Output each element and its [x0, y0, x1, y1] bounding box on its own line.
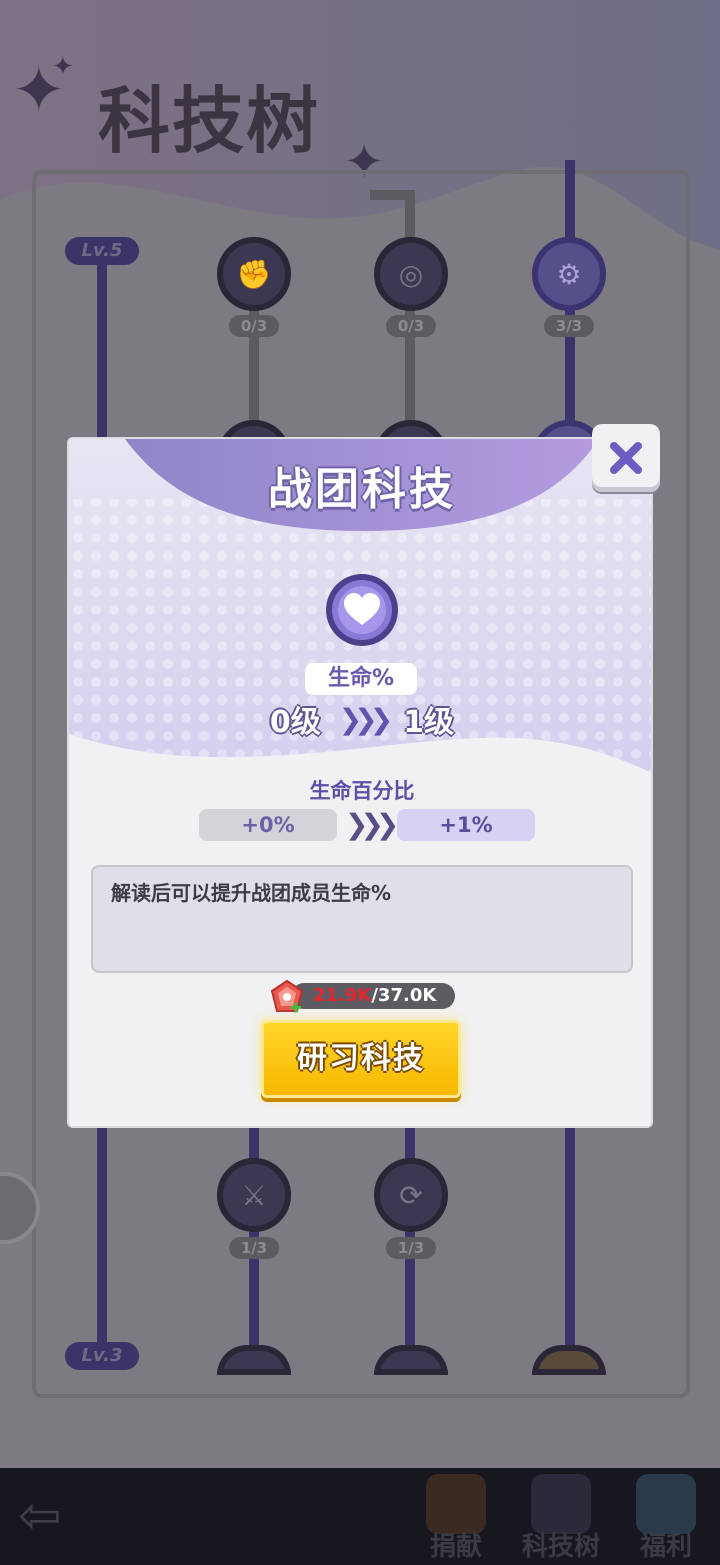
tech-node[interactable]: ⚔ — [217, 1158, 291, 1232]
tree-line — [370, 190, 415, 200]
gem-plus-icon — [270, 979, 304, 1013]
description-box: 解读后可以提升战团成员生命% — [91, 865, 633, 973]
level-from: 0级 — [269, 705, 321, 740]
tab-label: 福利 — [639, 1532, 692, 1562]
sparkle-icon: ✦ — [52, 52, 74, 82]
gift-icon — [636, 1474, 696, 1534]
cost-need: /37.0K — [371, 985, 437, 1006]
stat-progress: +0% ❯❯❯ +1% — [199, 808, 535, 841]
tab-donate[interactable]: 捐献 — [420, 1468, 492, 1565]
tab-welfare[interactable]: 福利 — [630, 1468, 702, 1565]
dialog-title: 战团科技 — [268, 464, 456, 515]
tab-label: 科技树 — [521, 1532, 600, 1562]
level-badge: Lv.3 — [65, 1342, 139, 1370]
cost-text: 21.9K/37.0K — [313, 985, 436, 1007]
back-arrow-icon[interactable]: ⇦ — [18, 1488, 82, 1544]
skill-name: 生命% — [305, 663, 417, 695]
tech-node[interactable]: ✊ — [217, 237, 291, 311]
tech-tree-icon — [531, 1474, 591, 1534]
level-to: 1级 — [403, 705, 455, 740]
bottom-nav: ⇦ 捐献 科技树 福利 — [0, 1468, 720, 1565]
tree-line — [97, 250, 107, 440]
stat-next: +1% — [397, 809, 535, 841]
chevron-right-icon: ❯❯❯ — [345, 808, 399, 841]
refresh-icon: ⟳ — [399, 1178, 423, 1212]
cost-have: 21.9K — [313, 985, 372, 1006]
node-count: 3/3 — [544, 315, 594, 337]
gear-swap-icon: ⚙ — [556, 257, 582, 291]
node-count: 0/3 — [229, 315, 279, 337]
level-badge: Lv.5 — [65, 237, 139, 265]
tech-node[interactable]: ⚙ — [532, 237, 606, 311]
tech-node[interactable]: ◎ — [374, 237, 448, 311]
tab-label: 捐献 — [429, 1532, 482, 1562]
page-title: 科技树 — [98, 79, 321, 163]
tab-tech-tree[interactable]: 科技树 — [506, 1468, 616, 1565]
tech-node[interactable]: ⟳ — [374, 1158, 448, 1232]
swirl-icon: ◎ — [398, 257, 424, 291]
tech-dialog: 战团科技 生命% 0级 ❯❯❯ 1级 生命百分比 +0% ❯❯❯ +1% 解读后… — [67, 437, 653, 1128]
node-count: 1/3 — [229, 1237, 279, 1259]
level-progress: 0级 ❯❯❯ 1级 — [69, 697, 651, 741]
fist-up-icon: ✊ — [236, 257, 272, 291]
research-button[interactable]: 研习科技 — [261, 1020, 461, 1098]
node-count: 1/3 — [386, 1237, 436, 1259]
donate-icon — [426, 1474, 486, 1534]
stat-name: 生命百分比 — [309, 779, 415, 803]
heart-icon — [326, 574, 398, 646]
close-icon — [610, 442, 642, 474]
chevron-right-icon: ❯❯❯ — [338, 702, 393, 736]
node-count: 0/3 — [386, 315, 436, 337]
cost-row: 21.9K/37.0K — [269, 979, 455, 1013]
tree-line — [97, 1128, 107, 1358]
close-button[interactable] — [592, 424, 660, 492]
tree-line — [565, 1128, 575, 1368]
sword-icon: ⚔ — [241, 1178, 267, 1212]
stat-current: +0% — [199, 809, 337, 841]
